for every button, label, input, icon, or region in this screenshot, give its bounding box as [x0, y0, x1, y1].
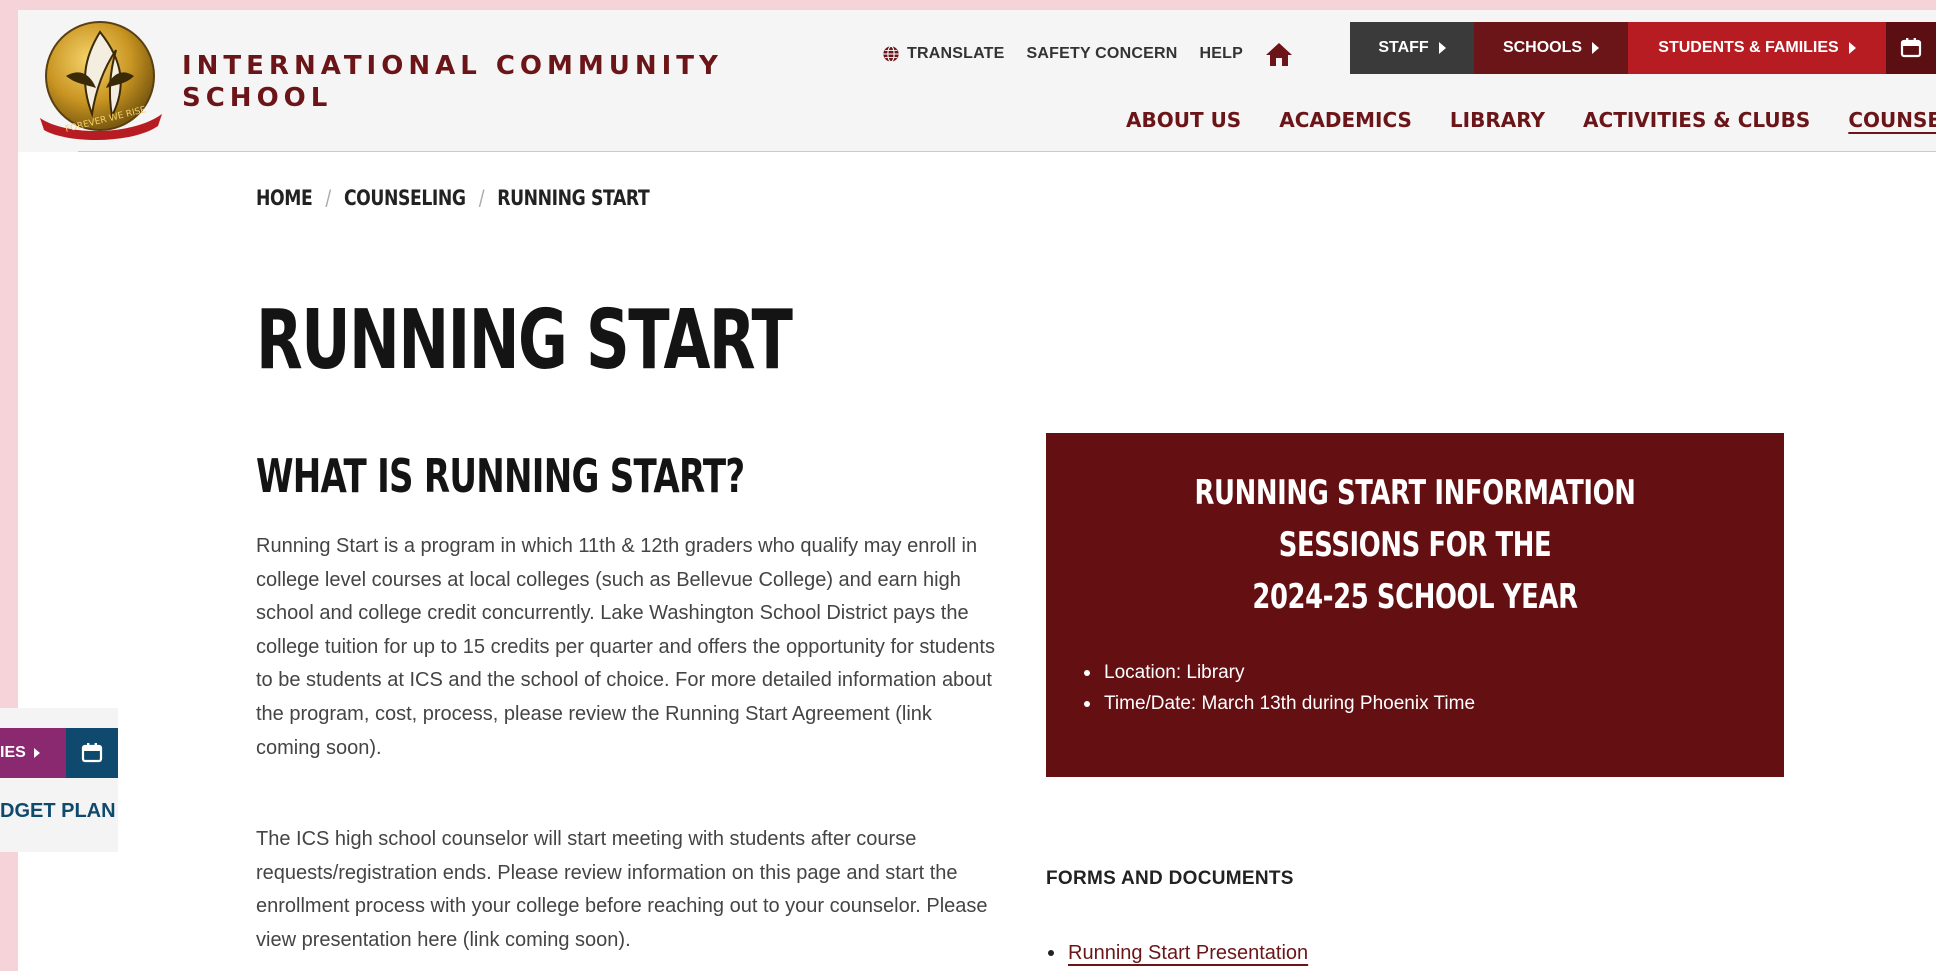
- students-families-button[interactable]: STUDENTS & FAMILIES: [1628, 22, 1886, 74]
- fragment-calendar-button[interactable]: [66, 728, 118, 778]
- globe-icon: [883, 45, 899, 63]
- portal-buttons: STAFF SCHOOLS STUDENTS & FAMILIES: [1350, 22, 1936, 74]
- header-divider: [78, 151, 1936, 152]
- translate-link[interactable]: TRANSLATE: [882, 45, 1005, 63]
- fragment-families-button[interactable]: IES: [0, 728, 66, 778]
- site-header: FOREVER WE RISE INTERNATIONAL COMMUNITY …: [18, 10, 1936, 152]
- utility-nav: TRANSLATE SAFETY CONCERN HELP: [882, 38, 1293, 70]
- caret-right-icon: [33, 748, 40, 758]
- safety-concern-label: SAFETY CONCERN: [1026, 45, 1178, 62]
- safety-concern-link[interactable]: SAFETY CONCERN: [1027, 45, 1178, 63]
- breadcrumb-counseling[interactable]: COUNSELING: [344, 186, 466, 210]
- main-nav: ABOUT US ACADEMICS LIBRARY ACTIVITIES & …: [1126, 108, 1936, 132]
- staff-button[interactable]: STAFF: [1350, 22, 1474, 74]
- forms-list: Running Start Presentation: [1048, 935, 1308, 971]
- running-start-presentation-link[interactable]: Running Start Presentation: [1068, 935, 1308, 971]
- info-sessions-list: Location: Library Time/Date: March 13th …: [1084, 657, 1475, 719]
- school-name-line2: SCHOOL: [182, 83, 333, 113]
- staff-label: STAFF: [1378, 39, 1429, 56]
- info-title-line1: RUNNING START INFORMATION SESSIONS FOR T…: [1194, 473, 1636, 565]
- info-title-line2: 2024-25 SCHOOL YEAR: [1252, 577, 1578, 617]
- nav-academics[interactable]: ACADEMICS: [1279, 108, 1412, 132]
- schools-button[interactable]: SCHOOLS: [1474, 22, 1628, 74]
- nav-about-us[interactable]: ABOUT US: [1126, 108, 1241, 132]
- info-sessions-box: RUNNING START INFORMATION SESSIONS FOR T…: [1046, 433, 1784, 777]
- caret-right-icon: [1848, 42, 1856, 54]
- nav-activities-clubs[interactable]: ACTIVITIES & CLUBS: [1583, 108, 1810, 132]
- school-name-line1: INTERNATIONAL COMMUNITY: [182, 51, 723, 81]
- caret-right-icon: [1592, 42, 1600, 54]
- breadcrumb: HOME / COUNSELING / RUNNING START: [256, 186, 650, 210]
- info-time-date: Time/Date: March 13th during Phoenix Tim…: [1084, 688, 1475, 719]
- fragment-families-label: IES: [0, 744, 26, 761]
- forms-heading: FORMS AND DOCUMENTS: [1046, 868, 1294, 889]
- info-sessions-title: RUNNING START INFORMATION SESSIONS FOR T…: [1046, 467, 1784, 623]
- home-icon[interactable]: [1265, 41, 1293, 67]
- page-title: RUNNING START: [256, 293, 793, 388]
- section-title: WHAT IS RUNNING START?: [256, 449, 745, 503]
- nav-library[interactable]: LIBRARY: [1450, 108, 1545, 132]
- school-logo[interactable]: FOREVER WE RISE: [36, 18, 166, 142]
- info-location: Location: Library: [1084, 657, 1475, 688]
- fragment-button-bar: IES: [0, 728, 118, 778]
- breadcrumb-current: RUNNING START: [497, 186, 650, 210]
- school-name[interactable]: INTERNATIONAL COMMUNITY SCHOOL: [182, 50, 723, 114]
- help-label: HELP: [1199, 45, 1243, 62]
- list-item: Running Start Presentation: [1048, 935, 1308, 971]
- background-window-fragment: IES DGET PLAN: [0, 708, 118, 852]
- help-link[interactable]: HELP: [1199, 45, 1242, 63]
- nav-counseling[interactable]: COUNSELING: [1848, 108, 1936, 132]
- breadcrumb-separator: /: [325, 186, 331, 210]
- calendar-button[interactable]: [1886, 22, 1936, 74]
- translate-label: TRANSLATE: [907, 45, 1005, 62]
- calendar-icon: [81, 743, 103, 763]
- counselor-paragraph: The ICS high school counselor will start…: [256, 828, 988, 951]
- browser-page: FOREVER WE RISE INTERNATIONAL COMMUNITY …: [18, 10, 1936, 971]
- students-families-label: STUDENTS & FAMILIES: [1658, 39, 1839, 56]
- breadcrumb-home[interactable]: HOME: [256, 186, 313, 210]
- breadcrumb-separator: /: [478, 186, 485, 210]
- fragment-budget-plan-link[interactable]: DGET PLAN: [0, 800, 116, 823]
- calendar-icon: [1900, 38, 1922, 58]
- schools-label: SCHOOLS: [1502, 39, 1583, 56]
- caret-right-icon: [1438, 42, 1446, 54]
- intro-paragraph: Running Start is a program in which 11th…: [256, 535, 995, 759]
